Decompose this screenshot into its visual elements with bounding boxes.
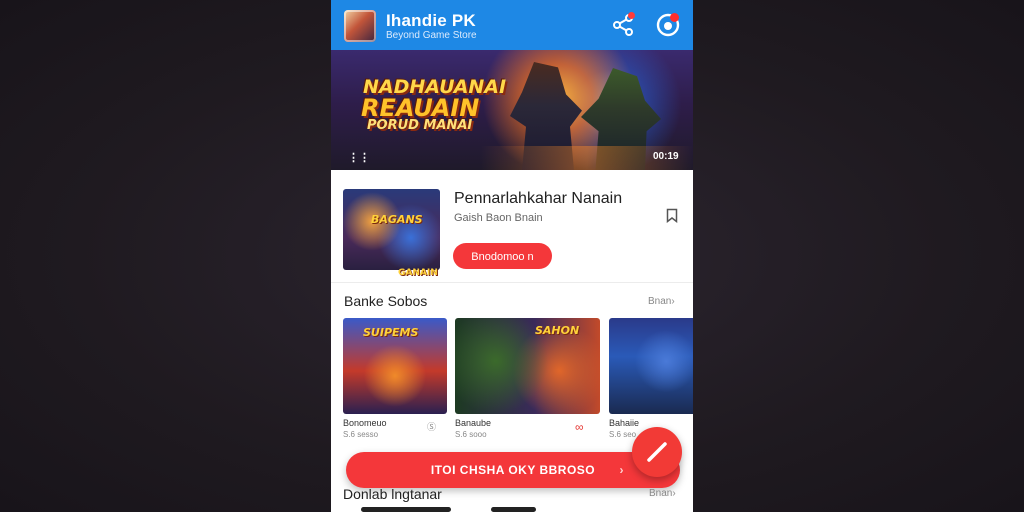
featured-download-button[interactable]: Bnodomoo n — [453, 243, 552, 269]
section-more-link[interactable]: Bnan› — [648, 296, 675, 307]
featured-thumb-title: BAGANS — [371, 213, 423, 226]
app-title: Ihandie PK — [386, 11, 476, 30]
share-notification-dot — [628, 12, 635, 19]
featured-thumb-foot: GANAIN — [398, 268, 438, 278]
game-card[interactable]: SUIPEMS Bonomeuo S.6 sesso Ⓢ — [343, 318, 447, 439]
game-name: Bahaiie — [609, 418, 640, 428]
cta-chevron-icon: › — [619, 463, 624, 477]
app-screen: Ihandie PK Beyond Game Store NADHAUANAI … — [331, 0, 693, 512]
pencil-icon — [647, 442, 667, 462]
install-cta-button[interactable]: ITOI CHSHA OKY BBROSO › — [346, 452, 680, 488]
featured-game-title: Pennarlahkahar Nanain — [454, 190, 623, 207]
bottom-thumbnail-peek[interactable] — [491, 507, 536, 512]
game-card[interactable]: Bahaiie S.6 seo — [609, 318, 693, 439]
section-more-label: Bnan — [648, 296, 672, 307]
app-logo[interactable] — [344, 10, 376, 42]
hero-counter: 00:19 — [653, 151, 679, 162]
game-thumbnail[interactable]: SAHON — [455, 318, 600, 414]
floating-edit-button[interactable] — [632, 427, 682, 477]
bookmark-icon[interactable] — [666, 208, 678, 223]
bottom-section-title: Donlab lngtanar — [343, 486, 442, 502]
hero-grid-icon[interactable]: ⋮⋮ — [348, 151, 370, 164]
chevron-right-icon: › — [671, 296, 675, 307]
hero-title-line3: PORUD MANAI — [367, 118, 473, 133]
featured-game-thumbnail[interactable]: BAGANS GANAIN — [343, 189, 440, 278]
cta-label: ITOI CHSHA OKY BBROSO — [430, 463, 596, 477]
game-thumbnail[interactable]: SUIPEMS — [343, 318, 447, 414]
game-thumb-title: SAHON — [535, 324, 580, 337]
app-subtitle: Beyond Game Store — [386, 30, 477, 41]
profile-notification-dot — [670, 13, 679, 22]
chevron-right-icon: › — [672, 488, 676, 499]
bottom-thumbnail-peek[interactable] — [361, 507, 451, 512]
hero-banner[interactable]: NADHAUANAI REAUAIN PORUD MANAI — [331, 50, 693, 170]
section-title: Banke Sobos — [344, 293, 428, 309]
game-thumbnail[interactable] — [609, 318, 693, 414]
bottom-more-label: Bnan — [649, 488, 673, 499]
game-status-icon[interactable]: ∞ — [575, 420, 584, 434]
app-header: Ihandie PK Beyond Game Store — [331, 0, 693, 50]
game-status-icon[interactable]: Ⓢ — [427, 420, 436, 433]
game-thumb-title: SUIPEMS — [363, 326, 419, 339]
featured-game-subtitle: Gaish Baon Bnain — [454, 212, 543, 224]
bottom-section-more-link[interactable]: Bnan› — [649, 488, 676, 499]
game-card[interactable]: SAHON Banaube S.6 sooo ∞ — [455, 318, 600, 439]
featured-game-card[interactable]: BAGANS GANAIN Pennarlahkahar Nanain Gais… — [331, 170, 693, 283]
